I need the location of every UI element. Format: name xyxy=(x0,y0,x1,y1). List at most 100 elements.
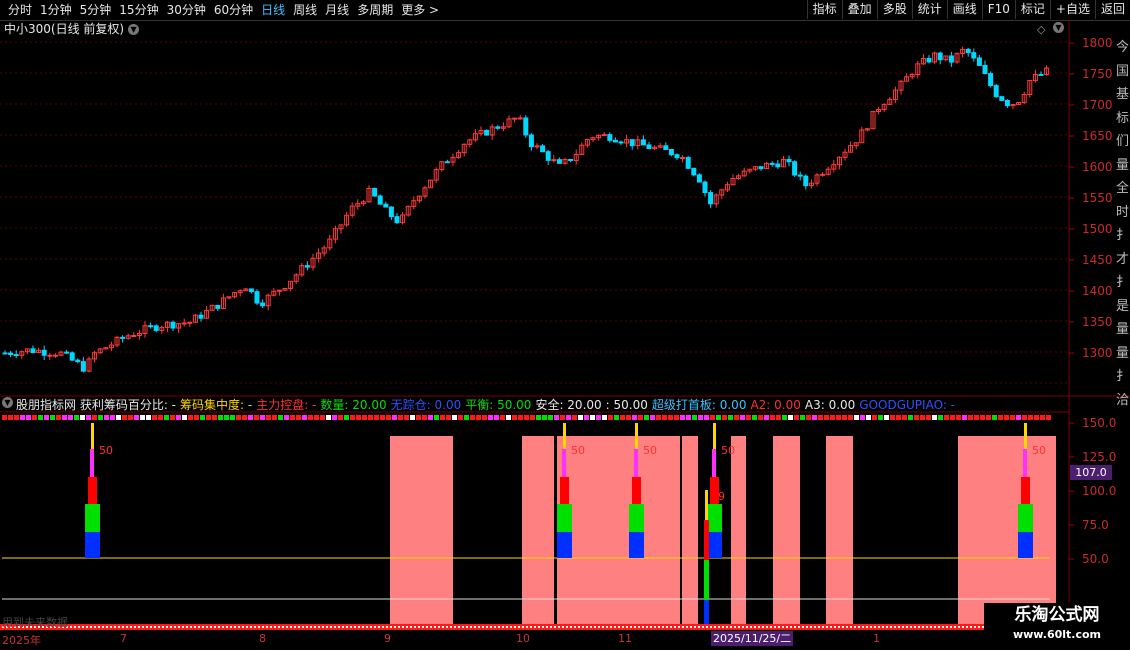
status-cell xyxy=(284,415,289,420)
status-cell xyxy=(116,415,121,420)
candle-body xyxy=(629,139,635,147)
status-cell xyxy=(458,415,463,420)
strip-dot xyxy=(302,626,304,628)
sidebar-glyph: 时 xyxy=(1116,204,1130,220)
status-cell xyxy=(92,415,97,420)
chevron-down-icon[interactable]: ▼ xyxy=(2,397,13,408)
strip-dot xyxy=(590,626,592,628)
candle-body xyxy=(601,134,607,137)
status-cell xyxy=(494,415,499,420)
highlight-zone xyxy=(731,436,746,624)
candle-body xyxy=(668,149,674,156)
price-tick-label: 1650 xyxy=(1082,129,1113,143)
strip-dot xyxy=(650,626,652,628)
status-cell xyxy=(32,415,37,420)
candle-body xyxy=(377,195,383,205)
strip-dot xyxy=(402,626,404,628)
candle-body xyxy=(187,321,193,324)
status-cell xyxy=(536,415,541,420)
status-cell xyxy=(440,415,445,420)
status-cell xyxy=(1022,415,1027,420)
status-cell xyxy=(326,415,331,420)
status-cell xyxy=(722,415,727,420)
candle-body xyxy=(517,117,523,120)
status-cell xyxy=(386,415,391,420)
status-cell xyxy=(986,415,991,420)
strip-dot xyxy=(802,626,804,628)
strip-dot xyxy=(978,626,980,628)
bar-segment xyxy=(635,423,638,449)
bar-label: 50 xyxy=(721,444,735,457)
status-cell xyxy=(56,415,61,420)
strip-dot xyxy=(282,626,284,628)
status-cell xyxy=(818,415,823,420)
strip-dot xyxy=(342,626,344,628)
strip-dot xyxy=(138,626,140,628)
status-cell xyxy=(146,415,151,420)
status-cell xyxy=(200,415,205,420)
bar-segment xyxy=(1023,449,1027,477)
status-cell xyxy=(584,415,589,420)
status-cell xyxy=(806,415,811,420)
status-cell xyxy=(518,415,523,420)
strip-dot xyxy=(698,626,700,628)
status-cell xyxy=(1046,415,1051,420)
watermark-title: 乐淘公式网 xyxy=(1014,605,1100,625)
bar-segment xyxy=(704,600,709,624)
status-cell xyxy=(728,415,733,420)
strip-dot xyxy=(98,626,100,628)
status-cell xyxy=(80,415,85,420)
bar-segment xyxy=(85,532,100,558)
indicator-field-9: A3: 0.00 xyxy=(804,398,856,412)
strip-dot xyxy=(318,626,320,628)
status-cell xyxy=(374,415,379,420)
sidebar-glyph: 扌 xyxy=(1116,275,1130,290)
strip-dot xyxy=(758,626,760,628)
strip-dot xyxy=(682,626,684,628)
strip-dot xyxy=(670,626,672,628)
strip-dot xyxy=(646,626,648,628)
price-tick-label: 1500 xyxy=(1082,222,1113,236)
price-tick-label: 1550 xyxy=(1082,191,1113,205)
strip-dot xyxy=(162,626,164,628)
price-tick-label: 1600 xyxy=(1082,160,1113,174)
strip-dot xyxy=(638,626,640,628)
status-cell xyxy=(314,415,319,420)
candle-body xyxy=(607,134,613,141)
status-cell xyxy=(404,415,409,420)
strip-dot xyxy=(418,626,420,628)
status-cell xyxy=(638,415,643,420)
status-cell xyxy=(998,415,1003,420)
status-cell xyxy=(170,415,175,420)
candle-body xyxy=(965,48,971,54)
strip-dot xyxy=(586,626,588,628)
strip-dot xyxy=(862,626,864,628)
strip-dot xyxy=(614,626,616,628)
date-label: 10 xyxy=(516,632,530,645)
candle-body xyxy=(976,57,982,66)
status-cell xyxy=(14,415,19,420)
strip-dot xyxy=(294,626,296,628)
strip-dot xyxy=(810,626,812,628)
strip-dot xyxy=(722,626,724,628)
strip-dot xyxy=(762,626,764,628)
strip-dot xyxy=(522,626,524,628)
strip-dot xyxy=(826,626,828,628)
strip-dot xyxy=(126,626,128,628)
candle-body xyxy=(444,161,450,164)
strip-dot xyxy=(690,626,692,628)
status-cell xyxy=(668,415,673,420)
candle-body xyxy=(988,73,994,87)
status-cell xyxy=(446,415,451,420)
candle-body xyxy=(999,96,1005,101)
strip-dot xyxy=(166,626,168,628)
bar-segment xyxy=(704,560,709,600)
strip-dot xyxy=(330,626,332,628)
candle-body xyxy=(685,157,691,169)
kline-chart[interactable]: 1800175017001650160015501500145014001350… xyxy=(0,0,1130,650)
sidebar-glyph: 扌 xyxy=(1116,228,1130,243)
status-cell xyxy=(134,415,139,420)
strip-dot xyxy=(374,626,376,628)
strip-dot xyxy=(730,626,732,628)
candle-body xyxy=(8,352,14,356)
